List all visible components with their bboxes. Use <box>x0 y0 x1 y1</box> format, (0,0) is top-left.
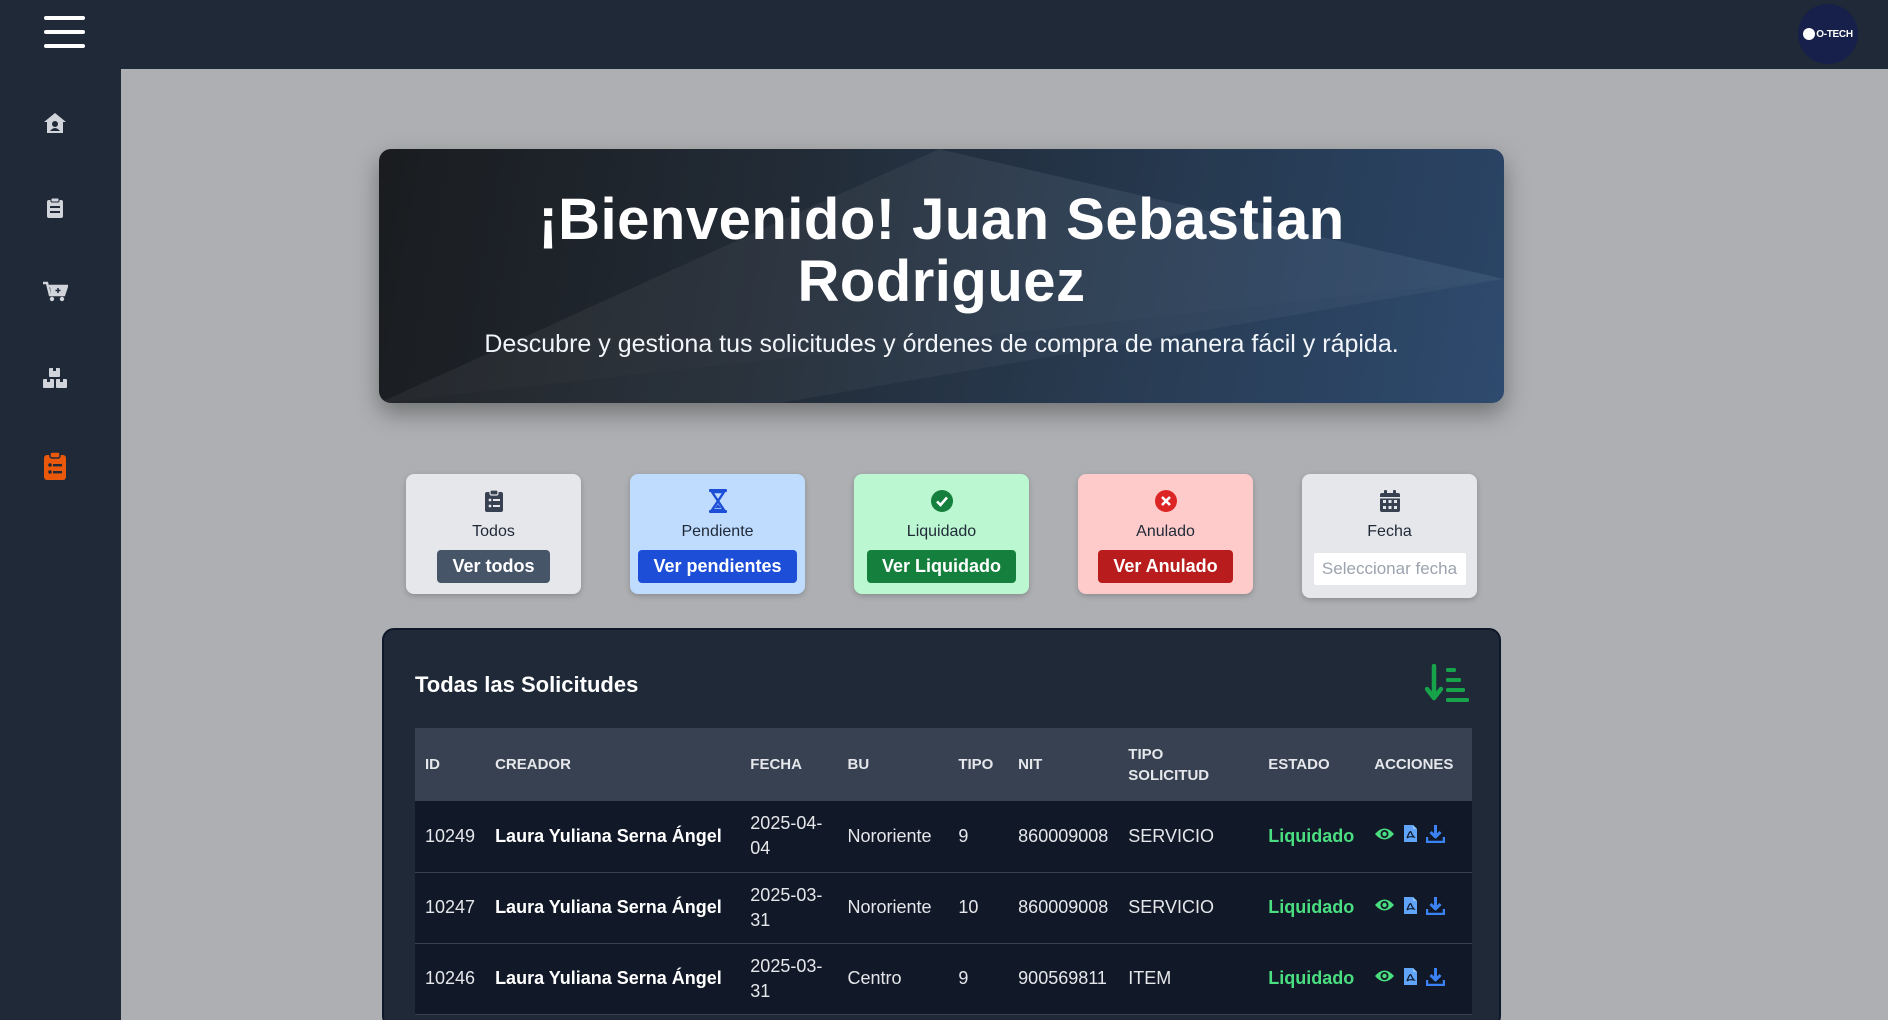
file-pdf-icon[interactable] <box>1403 896 1418 915</box>
column-header-fecha[interactable]: FECHA <box>740 728 837 801</box>
cell-tipo-solicitud: SERVICIO <box>1128 825 1214 846</box>
clipboard-list-icon[interactable] <box>40 451 70 481</box>
cell-nit: 860009008 <box>1018 897 1109 917</box>
cell-id: 10247 <box>425 897 476 917</box>
clipboard-list-icon <box>406 487 581 515</box>
column-header-acciones: ACCIONES <box>1374 756 1454 773</box>
eye-icon[interactable] <box>1374 897 1395 913</box>
filter-label-anulado: Anulado <box>1136 523 1195 540</box>
cell-estado: Liquidado <box>1268 968 1355 988</box>
column-header-id[interactable]: ID <box>415 728 485 801</box>
ver-pendientes-button[interactable]: Ver pendientes <box>638 550 797 583</box>
file-pdf-icon[interactable] <box>1403 824 1418 843</box>
boxes-icon[interactable] <box>40 363 70 393</box>
date-input[interactable] <box>1312 552 1467 586</box>
cell-tipo-solicitud: ITEM <box>1128 968 1172 988</box>
filter-card-fecha: Fecha <box>1302 474 1477 598</box>
logo-text: O-TECH <box>1816 28 1853 40</box>
check-circle-icon <box>854 487 1029 515</box>
user-home-icon[interactable] <box>40 108 70 138</box>
hamburger-menu-icon[interactable] <box>44 16 85 50</box>
file-pdf-icon[interactable] <box>1403 967 1418 986</box>
panel-title: Todas las Solicitudes <box>415 672 639 697</box>
download-icon[interactable] <box>1426 967 1446 986</box>
cell-tipo: 9 <box>958 968 969 988</box>
cell-fecha: 2025-03-31 <box>750 884 823 930</box>
table-header-row: ID CREADOR FECHA BU TIPO NIT TIPO SOLICI… <box>415 728 1472 801</box>
filter-label-todos: Todos <box>472 523 515 540</box>
cell-fecha: 2025-04-04 <box>750 813 823 859</box>
filter-card-pendiente: Pendiente Ver pendientes <box>630 474 805 594</box>
cell-estado: Liquidado <box>1268 897 1355 917</box>
cell-tipo: 10 <box>958 897 979 917</box>
cell-tipo-solicitud: SERVICIO <box>1128 897 1214 917</box>
cell-fecha: 2025-03-31 <box>750 955 823 1001</box>
calendar-icon <box>1302 487 1477 515</box>
cell-creador: Laura Yuliana Serna Ángel <box>495 897 722 917</box>
sidebar <box>0 69 121 1020</box>
cell-creador: Laura Yuliana Serna Ángel <box>495 825 722 846</box>
eye-icon[interactable] <box>1374 826 1395 842</box>
company-logo[interactable]: O-TECH <box>1798 4 1858 64</box>
filter-card-liquidado: Liquidado Ver Liquidado <box>854 474 1029 594</box>
filter-label-fecha: Fecha <box>1367 523 1412 540</box>
cell-bu: Nororiente <box>847 825 932 846</box>
cell-bu: Nororiente <box>847 897 932 917</box>
hourglass-icon <box>630 487 805 515</box>
cell-id: 10246 <box>425 968 476 988</box>
ver-liquidado-button[interactable]: Ver Liquidado <box>866 550 1016 583</box>
clipboard-icon[interactable] <box>40 193 70 223</box>
table-row[interactable]: 10249 Laura Yuliana Serna Ángel 2025-04-… <box>415 801 1472 872</box>
top-bar: O-TECH <box>0 0 1888 69</box>
column-header-nit[interactable]: NIT <box>1008 728 1118 801</box>
ver-todos-button[interactable]: Ver todos <box>437 550 550 583</box>
column-header-estado[interactable]: ESTADO <box>1258 728 1364 801</box>
eye-icon[interactable] <box>1374 968 1395 984</box>
cell-nit: 900569811 <box>1018 968 1107 988</box>
cell-acciones <box>1364 872 1472 943</box>
cell-creador: Laura Yuliana Serna Ángel <box>495 968 722 988</box>
filter-card-anulado: Anulado Ver Anulado <box>1078 474 1253 594</box>
column-header-tipo-solicitud[interactable]: TIPO SOLICITUD <box>1118 728 1258 801</box>
table-row[interactable]: 10246 Laura Yuliana Serna Ángel 2025-03-… <box>415 943 1472 1014</box>
cell-acciones <box>1364 943 1472 1014</box>
requests-panel: Todas las Solicitudes ID CREADOR FECHA B… <box>382 628 1501 1020</box>
cell-acciones <box>1364 801 1472 872</box>
download-icon[interactable] <box>1426 824 1446 844</box>
ver-anulado-button[interactable]: Ver Anulado <box>1098 550 1233 583</box>
filter-card-todos: Todos Ver todos <box>406 474 581 594</box>
column-header-tipo[interactable]: TIPO <box>948 728 1008 801</box>
x-circle-icon <box>1078 487 1253 515</box>
cell-nit: 860009008 <box>1018 825 1109 846</box>
welcome-banner: ¡Bienvenido! Juan Sebastian Rodriguez De… <box>379 149 1504 403</box>
table-row[interactable]: 10247 Laura Yuliana Serna Ángel 2025-03-… <box>415 872 1472 943</box>
cell-id: 10249 <box>425 825 476 846</box>
column-header-bu[interactable]: BU <box>838 728 949 801</box>
sort-descending-icon[interactable] <box>1425 664 1469 704</box>
welcome-title: ¡Bienvenido! Juan Sebastian Rodriguez <box>538 187 1345 314</box>
cell-estado: Liquidado <box>1268 825 1355 846</box>
cell-tipo: 9 <box>958 825 969 846</box>
welcome-subtitle: Descubre y gestiona tus solicitudes y ór… <box>484 330 1399 358</box>
column-header-creador[interactable]: CREADOR <box>485 728 740 801</box>
cell-bu: Centro <box>847 968 902 988</box>
download-icon[interactable] <box>1426 896 1446 915</box>
filter-label-pendiente: Pendiente <box>681 523 754 540</box>
requests-table: ID CREADOR FECHA BU TIPO NIT TIPO SOLICI… <box>415 728 1472 1015</box>
filter-label-liquidado: Liquidado <box>906 523 977 540</box>
cart-icon[interactable] <box>40 277 70 307</box>
